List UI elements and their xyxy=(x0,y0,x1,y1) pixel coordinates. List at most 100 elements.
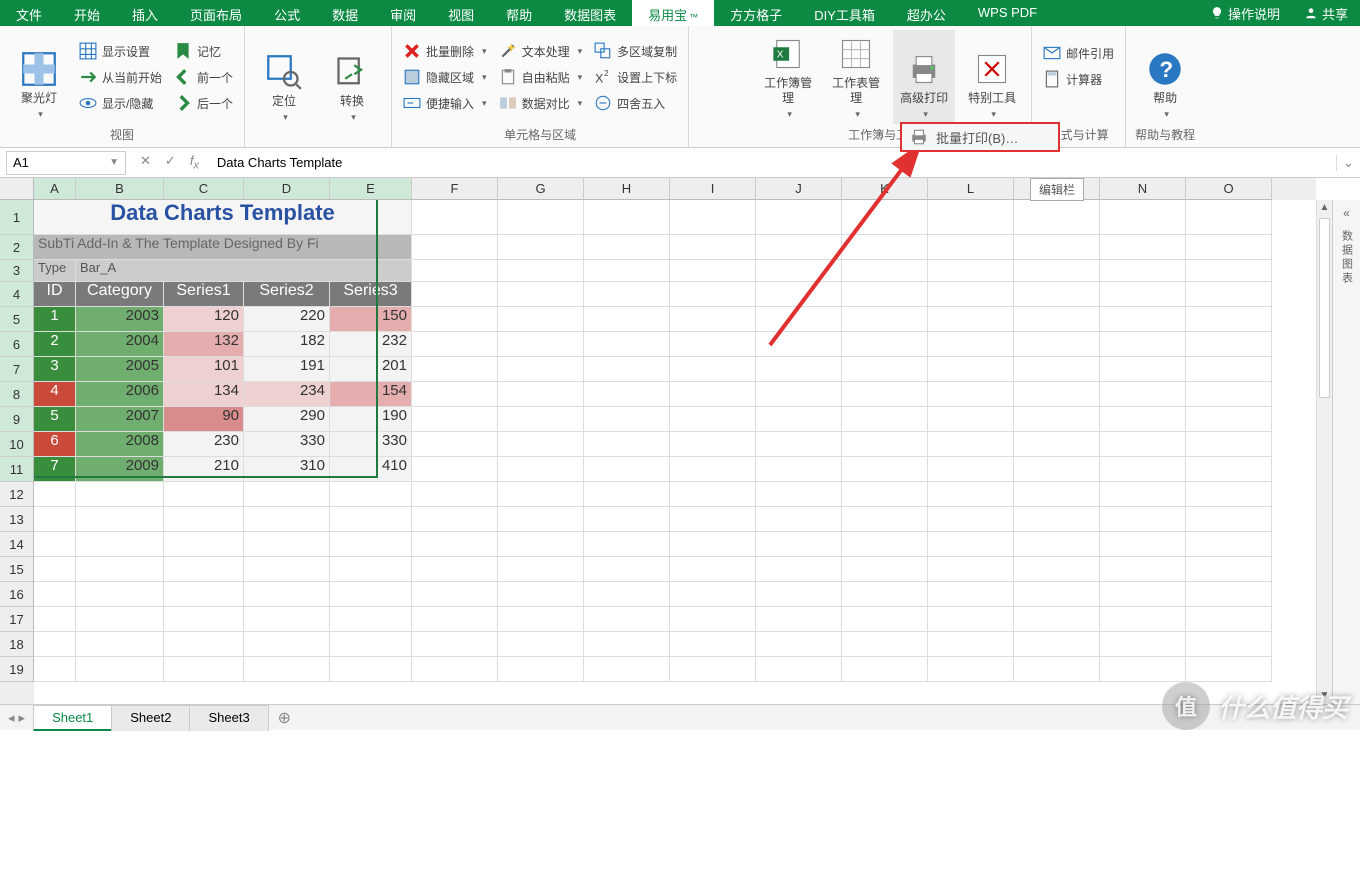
cell[interactable] xyxy=(842,482,928,507)
col-header-I[interactable]: I xyxy=(670,178,756,200)
cell[interactable] xyxy=(498,582,584,607)
cell[interactable]: 134 xyxy=(164,382,244,407)
cell[interactable] xyxy=(1014,632,1100,657)
cell[interactable] xyxy=(584,235,670,260)
expand-formula-button[interactable]: ⌄ xyxy=(1336,155,1360,171)
cell[interactable] xyxy=(1100,432,1186,457)
row-header-8[interactable]: 8 xyxy=(0,382,34,407)
cell[interactable] xyxy=(756,357,842,382)
col-header-K[interactable]: K xyxy=(842,178,928,200)
cell[interactable] xyxy=(928,557,1014,582)
col-header-B[interactable]: B xyxy=(76,178,164,200)
cell[interactable] xyxy=(756,557,842,582)
cell[interactable] xyxy=(756,532,842,557)
cell[interactable] xyxy=(498,200,584,235)
cell[interactable] xyxy=(756,407,842,432)
cell[interactable] xyxy=(330,632,412,657)
cell[interactable] xyxy=(584,357,670,382)
cell[interactable] xyxy=(1100,200,1186,235)
menu-tab-9[interactable]: 数据图表 xyxy=(548,0,632,26)
sheet-tab-Sheet1[interactable]: Sheet1 xyxy=(33,705,112,731)
help-hint[interactable]: 操作说明 xyxy=(1198,0,1292,26)
cell[interactable] xyxy=(498,332,584,357)
row-header-9[interactable]: 9 xyxy=(0,407,34,432)
cell[interactable] xyxy=(1014,582,1100,607)
cell[interactable] xyxy=(1186,657,1272,682)
mail-ref-button[interactable]: 邮件引用 xyxy=(1040,43,1117,63)
cell[interactable] xyxy=(1186,557,1272,582)
cell[interactable] xyxy=(412,235,498,260)
prev-button[interactable]: 前一个 xyxy=(171,67,236,87)
cell[interactable] xyxy=(1100,607,1186,632)
cell[interactable] xyxy=(756,260,842,282)
cell[interactable] xyxy=(584,260,670,282)
cell[interactable] xyxy=(1014,507,1100,532)
cell[interactable] xyxy=(498,532,584,557)
row-header-17[interactable]: 17 xyxy=(0,607,34,632)
cell[interactable] xyxy=(670,282,756,307)
scroll-up-icon[interactable]: ▲ xyxy=(1317,200,1332,216)
cell[interactable] xyxy=(928,582,1014,607)
cell[interactable] xyxy=(498,607,584,632)
cell[interactable] xyxy=(1014,200,1100,235)
cell[interactable] xyxy=(928,332,1014,357)
cell[interactable] xyxy=(842,282,928,307)
cell[interactable] xyxy=(498,282,584,307)
superscript-button[interactable]: X2设置上下标 xyxy=(591,67,680,87)
row-header-19[interactable]: 19 xyxy=(0,657,34,682)
cell[interactable] xyxy=(584,632,670,657)
cell[interactable] xyxy=(928,282,1014,307)
cell[interactable] xyxy=(1100,282,1186,307)
menu-tab-5[interactable]: 数据 xyxy=(316,0,374,26)
formula-input[interactable]: Data Charts Template xyxy=(207,155,1336,170)
cell[interactable] xyxy=(34,632,76,657)
cell[interactable] xyxy=(498,657,584,682)
cell[interactable]: 1 xyxy=(34,307,76,332)
cell[interactable] xyxy=(498,557,584,582)
cell[interactable] xyxy=(1186,307,1272,332)
locate-button[interactable]: 定位 xyxy=(253,30,315,127)
cell[interactable] xyxy=(756,200,842,235)
cell[interactable] xyxy=(244,557,330,582)
table-header[interactable]: Series2 xyxy=(244,282,330,307)
cell[interactable] xyxy=(244,632,330,657)
cell[interactable] xyxy=(842,307,928,332)
cell[interactable] xyxy=(928,532,1014,557)
cell[interactable] xyxy=(34,657,76,682)
cell[interactable] xyxy=(76,582,164,607)
cell[interactable]: Bar_A xyxy=(76,260,412,282)
cell[interactable] xyxy=(498,307,584,332)
cell[interactable] xyxy=(1186,632,1272,657)
cell[interactable] xyxy=(842,200,928,235)
cell[interactable] xyxy=(584,332,670,357)
col-header-J[interactable]: J xyxy=(756,178,842,200)
row-header-5[interactable]: 5 xyxy=(0,307,34,332)
cell[interactable] xyxy=(928,632,1014,657)
side-panel[interactable]: « 数据图表 xyxy=(1332,200,1360,704)
cell[interactable] xyxy=(842,557,928,582)
text-process-button[interactable]: 文本处理 xyxy=(496,41,586,61)
cell[interactable]: 2007 xyxy=(76,407,164,432)
cell[interactable] xyxy=(1186,407,1272,432)
menu-tab-2[interactable]: 插入 xyxy=(116,0,174,26)
cell[interactable]: 2009 xyxy=(76,457,164,482)
cell[interactable]: 330 xyxy=(330,432,412,457)
multi-copy-button[interactable]: 多区域复制 xyxy=(591,41,680,61)
name-box[interactable]: A1▼ xyxy=(6,151,126,175)
cell[interactable]: 220 xyxy=(244,307,330,332)
cell[interactable] xyxy=(412,582,498,607)
cell[interactable] xyxy=(164,657,244,682)
cell[interactable] xyxy=(1100,482,1186,507)
cell[interactable] xyxy=(164,482,244,507)
cell[interactable] xyxy=(412,260,498,282)
col-header-D[interactable]: D xyxy=(244,178,330,200)
col-header-N[interactable]: N xyxy=(1100,178,1186,200)
cell[interactable] xyxy=(1014,357,1100,382)
cell[interactable] xyxy=(330,657,412,682)
cell[interactable] xyxy=(1014,532,1100,557)
menu-tab-0[interactable]: 文件 xyxy=(0,0,58,26)
cell[interactable] xyxy=(498,235,584,260)
cell[interactable] xyxy=(842,532,928,557)
cell[interactable] xyxy=(928,382,1014,407)
title-cell[interactable]: Data Charts Template xyxy=(34,200,412,235)
